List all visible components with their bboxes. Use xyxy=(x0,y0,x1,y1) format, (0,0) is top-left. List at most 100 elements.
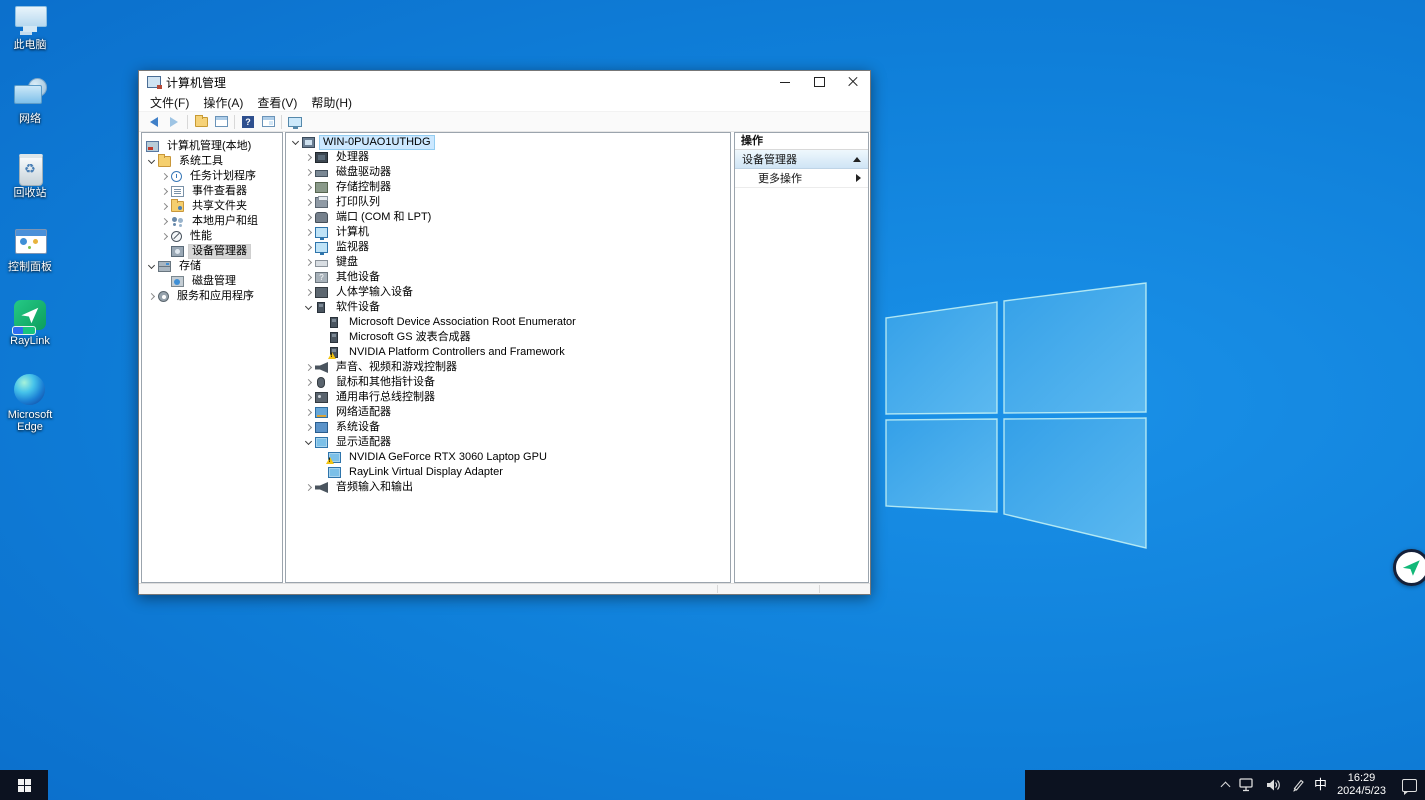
ime-indicator[interactable]: 中 xyxy=(1314,778,1327,792)
chevron-right-icon[interactable] xyxy=(303,180,315,195)
chevron-right-icon[interactable] xyxy=(303,270,315,285)
tree-row[interactable]: 声音、视频和游戏控制器 xyxy=(286,360,730,375)
tree-row[interactable]: 计算机管理(本地) xyxy=(142,139,282,154)
tree-row[interactable]: 鼠标和其他指针设备 xyxy=(286,375,730,390)
chevron-right-icon[interactable] xyxy=(159,229,171,244)
menu-item-1[interactable]: 操作(A) xyxy=(196,94,250,111)
desktop-icon-recycle-bin[interactable]: 回收站 xyxy=(2,152,58,226)
raylink-floating-button[interactable] xyxy=(1393,549,1425,586)
actions-group-device-manager[interactable]: 设备管理器 xyxy=(735,150,868,169)
window-titlebar[interactable]: 计算机管理 xyxy=(139,71,870,93)
tree-row[interactable]: 事件查看器 xyxy=(142,184,282,199)
chevron-right-icon[interactable] xyxy=(159,184,171,199)
tree-row[interactable]: 显示适配器 xyxy=(286,435,730,450)
tree-node-label: 音频输入和输出 xyxy=(332,480,417,495)
chevron-right-icon[interactable] xyxy=(159,199,171,214)
tree-row[interactable]: 端口 (COM 和 LPT) xyxy=(286,210,730,225)
tree-row[interactable]: 软件设备 xyxy=(286,300,730,315)
tree-row[interactable]: 计算机 xyxy=(286,225,730,240)
tree-row[interactable]: 服务和应用程序 xyxy=(142,289,282,304)
chevron-right-icon[interactable] xyxy=(303,195,315,210)
maximize-button[interactable] xyxy=(802,71,836,93)
tree-row[interactable]: 通用串行总线控制器 xyxy=(286,390,730,405)
chevron-right-icon[interactable] xyxy=(303,165,315,180)
chevron-right-icon[interactable] xyxy=(303,225,315,240)
network-icon[interactable] xyxy=(1239,778,1256,792)
tree-row[interactable]: 磁盘驱动器 xyxy=(286,165,730,180)
chevron-right-icon[interactable] xyxy=(303,240,315,255)
start-button[interactable] xyxy=(18,779,31,792)
tree-row[interactable]: 磁盘管理 xyxy=(142,274,282,289)
tree-row[interactable]: 其他设备 xyxy=(286,270,730,285)
close-button[interactable] xyxy=(836,71,870,93)
desktop-icon-edge[interactable]: Microsoft Edge xyxy=(2,374,58,448)
chevron-right-icon[interactable] xyxy=(159,169,171,184)
chevron-right-icon[interactable] xyxy=(303,285,315,300)
chevron-right-icon[interactable] xyxy=(303,360,315,375)
software-device-icon xyxy=(330,317,338,328)
menu-item-2[interactable]: 查看(V) xyxy=(250,94,304,111)
list-view-button[interactable] xyxy=(211,113,231,131)
tree-row[interactable]: 处理器 xyxy=(286,150,730,165)
tree-row[interactable]: Microsoft GS 波表合成器 xyxy=(286,330,730,345)
tree-row[interactable]: Microsoft Device Association Root Enumer… xyxy=(286,315,730,330)
chevron-right-icon[interactable] xyxy=(303,390,315,405)
menu-item-0[interactable]: 文件(F) xyxy=(143,94,196,111)
chevron-right-icon[interactable] xyxy=(303,480,315,495)
action-center-icon[interactable] xyxy=(1402,779,1417,792)
tree-row[interactable]: 存储控制器 xyxy=(286,180,730,195)
desktop-icon-this-pc[interactable]: 此电脑 xyxy=(2,4,58,78)
chevron-down-icon[interactable] xyxy=(303,300,315,315)
chevron-right-icon[interactable] xyxy=(303,210,315,225)
tree-row[interactable]: 任务计划程序 xyxy=(142,169,282,184)
tree-row[interactable]: 设备管理器 xyxy=(142,244,282,259)
chevron-down-icon[interactable] xyxy=(146,154,158,169)
tree-row[interactable]: 系统设备 xyxy=(286,420,730,435)
chevron-right-icon[interactable] xyxy=(159,214,171,229)
help-button[interactable] xyxy=(238,113,258,131)
tree-row[interactable]: 存储 xyxy=(142,259,282,274)
taskbar-clock[interactable]: 16:29 2024/5/23 xyxy=(1337,772,1386,798)
back-button[interactable] xyxy=(144,113,164,131)
device-monitor-button[interactable] xyxy=(285,113,305,131)
more-actions-item[interactable]: 更多操作 xyxy=(735,169,868,188)
chevron-down-icon[interactable] xyxy=(146,259,158,274)
forward-button[interactable] xyxy=(164,113,184,131)
collapse-icon[interactable] xyxy=(853,157,861,162)
tree-row[interactable]: 监视器 xyxy=(286,240,730,255)
tree-row[interactable]: RayLink Virtual Display Adapter xyxy=(286,465,730,480)
tree-row[interactable]: 性能 xyxy=(142,229,282,244)
tree-row[interactable]: 音频输入和输出 xyxy=(286,480,730,495)
tree-row[interactable]: 打印队列 xyxy=(286,195,730,210)
tree-node-label: WIN-0PUAO1UTHDG xyxy=(319,135,435,150)
chevron-right-icon[interactable] xyxy=(303,420,315,435)
tree-row[interactable]: 本地用户和组 xyxy=(142,214,282,229)
chevron-right-icon[interactable] xyxy=(303,150,315,165)
minimize-button[interactable] xyxy=(768,71,802,93)
windows-ink-pen-icon[interactable] xyxy=(1291,779,1304,792)
chevron-down-icon[interactable] xyxy=(303,435,315,450)
tree-row[interactable]: WIN-0PUAO1UTHDG xyxy=(286,135,730,150)
tree-row[interactable]: 共享文件夹 xyxy=(142,199,282,214)
desktop-icon-control-panel[interactable]: 控制面板 xyxy=(2,226,58,300)
desktop-icon-network[interactable]: 网络 xyxy=(2,78,58,152)
desktop-icon-raylink[interactable]: RayLink xyxy=(2,300,58,374)
chevron-right-icon[interactable] xyxy=(303,405,315,420)
tree-row[interactable]: 键盘 xyxy=(286,255,730,270)
tree-node-label: RayLink Virtual Display Adapter xyxy=(345,465,507,480)
chevron-right-icon[interactable] xyxy=(146,289,158,304)
chevron-right-icon[interactable] xyxy=(303,255,315,270)
up-folder-button[interactable] xyxy=(191,113,211,131)
hidden-icons-chevron-icon[interactable] xyxy=(1221,782,1231,792)
menu-item-3[interactable]: 帮助(H) xyxy=(304,94,359,111)
tree-row[interactable]: 系统工具 xyxy=(142,154,282,169)
chevron-right-icon[interactable] xyxy=(303,375,315,390)
chevron-down-icon[interactable] xyxy=(290,135,302,150)
tree-row[interactable]: 网络适配器 xyxy=(286,405,730,420)
windows-logo xyxy=(880,272,1152,552)
volume-icon[interactable] xyxy=(1266,778,1281,792)
tree-row[interactable]: NVIDIA Platform Controllers and Framewor… xyxy=(286,345,730,360)
properties-window-button[interactable] xyxy=(258,113,278,131)
tree-row[interactable]: 人体学输入设备 xyxy=(286,285,730,300)
tree-row[interactable]: NVIDIA GeForce RTX 3060 Laptop GPU xyxy=(286,450,730,465)
